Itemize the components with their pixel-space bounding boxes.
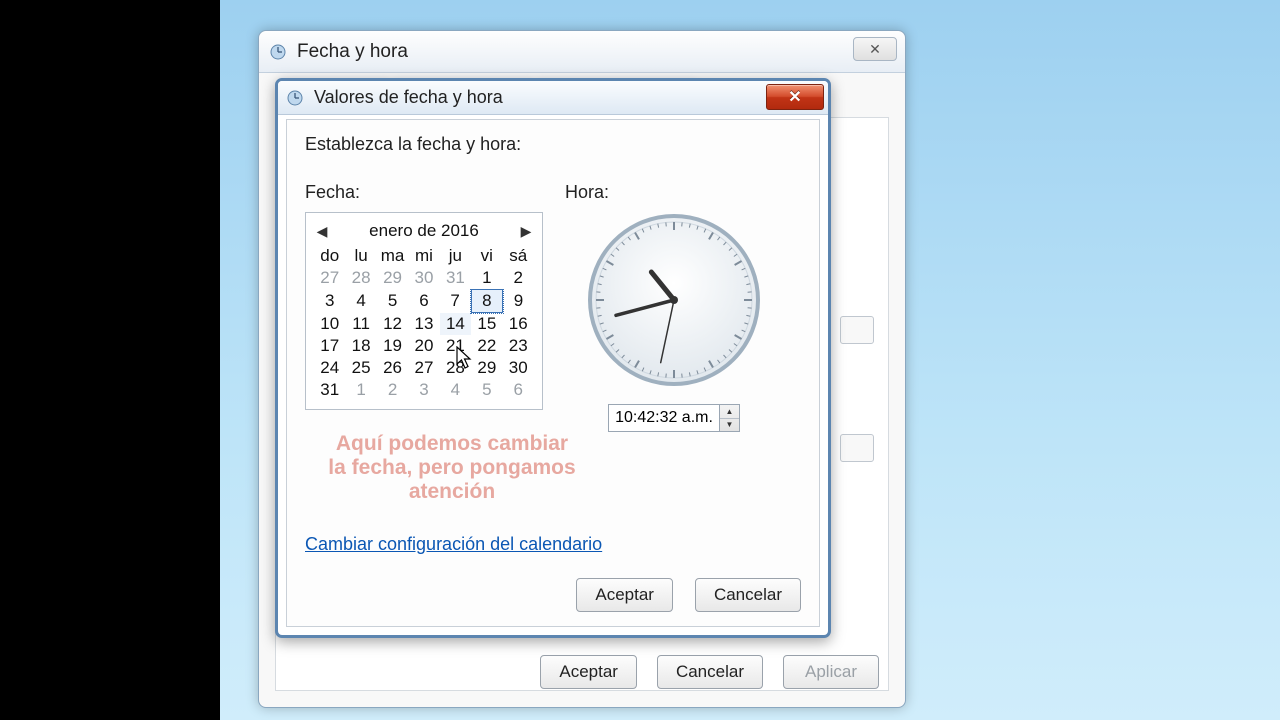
- ghost-button-2: [840, 434, 874, 462]
- left-black-bar: [0, 0, 220, 720]
- calendar-day[interactable]: 6: [408, 290, 439, 313]
- calendar-weekday: ju: [440, 245, 471, 267]
- calendar-day[interactable]: 5: [471, 379, 502, 401]
- calendar-day[interactable]: 22: [471, 335, 502, 357]
- close-icon: ✕: [869, 41, 881, 58]
- child-cancel-button[interactable]: Cancelar: [695, 578, 801, 612]
- calendar-day[interactable]: 30: [503, 357, 534, 379]
- mouse-cursor-icon: [456, 346, 474, 370]
- calendar-day[interactable]: 11: [345, 313, 376, 336]
- calendar-day[interactable]: 2: [503, 267, 534, 290]
- calendar-weekday: sá: [503, 245, 534, 267]
- parent-close-button[interactable]: ✕: [853, 37, 897, 61]
- date-time-settings-dialog: Valores de fecha y hora ✕ Establezca la …: [275, 78, 831, 638]
- time-spinner[interactable]: ▲ ▼: [720, 404, 740, 432]
- calendar-day[interactable]: 24: [314, 357, 345, 379]
- calendar-next-button[interactable]: ▶: [518, 223, 534, 240]
- window-icon: [269, 43, 287, 61]
- calendar-day[interactable]: 26: [377, 357, 408, 379]
- calendar-day[interactable]: 10: [314, 313, 345, 336]
- calendar-day[interactable]: 29: [377, 267, 408, 290]
- calendar-day[interactable]: 8: [471, 290, 502, 313]
- instruction-text: Establezca la fecha y hora:: [305, 134, 801, 155]
- calendar-weekday: lu: [345, 245, 376, 267]
- calendar-day[interactable]: 13: [408, 313, 439, 336]
- calendar-day[interactable]: 25: [345, 357, 376, 379]
- calendar-day[interactable]: 9: [503, 290, 534, 313]
- spinner-up-icon[interactable]: ▲: [720, 405, 739, 419]
- ghost-button-1: [840, 316, 874, 344]
- calendar-day[interactable]: 31: [440, 267, 471, 290]
- calendar-prev-button[interactable]: ◀: [314, 223, 330, 240]
- calendar-day[interactable]: 28: [345, 267, 376, 290]
- calendar-config-link[interactable]: Cambiar configuración del calendario: [305, 534, 602, 555]
- calendar-day[interactable]: 5: [377, 290, 408, 313]
- child-title: Valores de fecha y hora: [314, 87, 503, 108]
- time-input[interactable]: 10:42:32 a.m.: [608, 404, 720, 432]
- parent-ok-button[interactable]: Aceptar: [540, 655, 637, 689]
- calendar-day[interactable]: 2: [377, 379, 408, 401]
- parent-titlebar[interactable]: Fecha y hora ✕: [259, 31, 905, 73]
- calendar-day[interactable]: 14: [440, 313, 471, 336]
- child-titlebar[interactable]: Valores de fecha y hora ✕: [278, 81, 828, 115]
- calendar-day[interactable]: 12: [377, 313, 408, 336]
- annotation-note: Aquí podemos cambiar la fecha, pero pong…: [327, 432, 577, 504]
- calendar-day[interactable]: 18: [345, 335, 376, 357]
- clock-section: 10:42:32 a.m. ▲ ▼: [579, 212, 769, 432]
- calendar-day[interactable]: 16: [503, 313, 534, 336]
- calendar-grid: dolumamijuvisá 2728293031123456789101112…: [314, 245, 534, 401]
- calendar-day[interactable]: 15: [471, 313, 502, 336]
- calendar-day[interactable]: 31: [314, 379, 345, 401]
- spinner-down-icon[interactable]: ▼: [720, 419, 739, 432]
- calendar: ◀ enero de 2016 ▶ dolumamijuvisá 2728293…: [305, 212, 543, 410]
- calendar-weekday: mi: [408, 245, 439, 267]
- calendar-month-label[interactable]: enero de 2016: [369, 221, 479, 241]
- calendar-day[interactable]: 19: [377, 335, 408, 357]
- calendar-day[interactable]: 27: [408, 357, 439, 379]
- calendar-weekday: ma: [377, 245, 408, 267]
- parent-title: Fecha y hora: [297, 41, 408, 63]
- calendar-day[interactable]: 3: [314, 290, 345, 313]
- calendar-day[interactable]: 30: [408, 267, 439, 290]
- close-icon: ✕: [788, 87, 801, 107]
- child-button-row: Aceptar Cancelar: [576, 578, 801, 612]
- parent-button-row: Aceptar Cancelar Aplicar: [540, 655, 879, 689]
- parent-cancel-button[interactable]: Cancelar: [657, 655, 763, 689]
- child-close-button[interactable]: ✕: [766, 84, 824, 110]
- calendar-day[interactable]: 29: [471, 357, 502, 379]
- calendar-day[interactable]: 20: [408, 335, 439, 357]
- analog-clock: [586, 212, 762, 388]
- calendar-day[interactable]: 7: [440, 290, 471, 313]
- parent-apply-button: Aplicar: [783, 655, 879, 689]
- calendar-day[interactable]: 4: [345, 290, 376, 313]
- calendar-day[interactable]: 17: [314, 335, 345, 357]
- child-body: Establezca la fecha y hora: Fecha: Hora:…: [286, 119, 820, 627]
- calendar-day[interactable]: 23: [503, 335, 534, 357]
- child-ok-button[interactable]: Aceptar: [576, 578, 673, 612]
- calendar-day[interactable]: 6: [503, 379, 534, 401]
- calendar-day[interactable]: 27: [314, 267, 345, 290]
- calendar-day[interactable]: 4: [440, 379, 471, 401]
- window-icon: [286, 89, 304, 107]
- calendar-day[interactable]: 1: [345, 379, 376, 401]
- calendar-day[interactable]: 3: [408, 379, 439, 401]
- calendar-weekday: do: [314, 245, 345, 267]
- calendar-day[interactable]: 1: [471, 267, 502, 290]
- time-section-label: Hora:: [565, 182, 609, 203]
- calendar-weekday: vi: [471, 245, 502, 267]
- date-section-label: Fecha:: [305, 182, 360, 203]
